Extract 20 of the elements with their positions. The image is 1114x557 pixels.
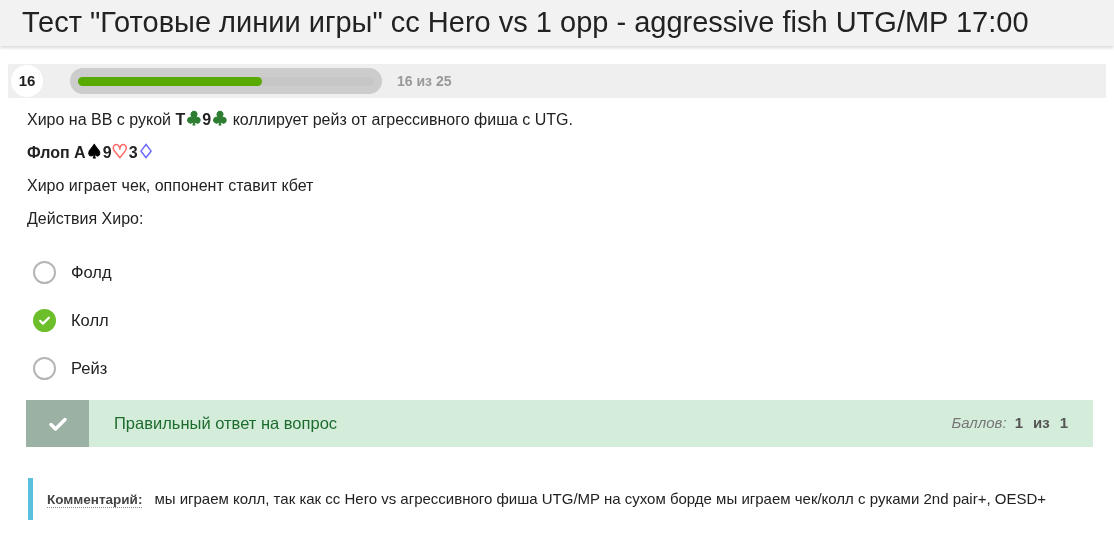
option-label: Колл	[71, 309, 109, 331]
question-text: Хиро играет чек, оппонент ставит кбет	[27, 176, 315, 196]
score-total: 1	[1059, 413, 1068, 434]
score-of: из	[1032, 413, 1050, 434]
page-title: Тест "Готовые линии игры" сс Hero vs 1 opp - aggressive fish UTG/MP 17:00	[22, 5, 1029, 41]
score-label: Баллов:	[951, 413, 1007, 434]
question-text: Хиро на BB с рукой T♣9♣ коллирует рейз от агрессивного фиша с UTG.	[27, 108, 574, 131]
option-label: Фолд	[71, 261, 112, 283]
radio-button[interactable]	[33, 260, 56, 284]
progress-label: 16 из 25	[397, 71, 452, 91]
radio-button[interactable]	[33, 308, 56, 332]
check-icon	[26, 400, 89, 447]
question-text: Флоп A♠9♡3♢	[27, 141, 156, 164]
option-label: Рейз	[71, 357, 108, 379]
comment-text: Комментарий: мы играем колл, так как сс Hero vs агрессивного фиша UTG/MP на сухом борде мы играем чек/колл с руками 2nd pair+, OESD+	[47, 489, 1048, 510]
question-text: Действия Хиро:	[27, 209, 145, 229]
feedback-message: Правильный ответ на вопрос	[114, 413, 338, 435]
question-number: 16	[11, 65, 43, 97]
score-value: 1	[1014, 413, 1023, 434]
radio-button[interactable]	[33, 356, 56, 380]
